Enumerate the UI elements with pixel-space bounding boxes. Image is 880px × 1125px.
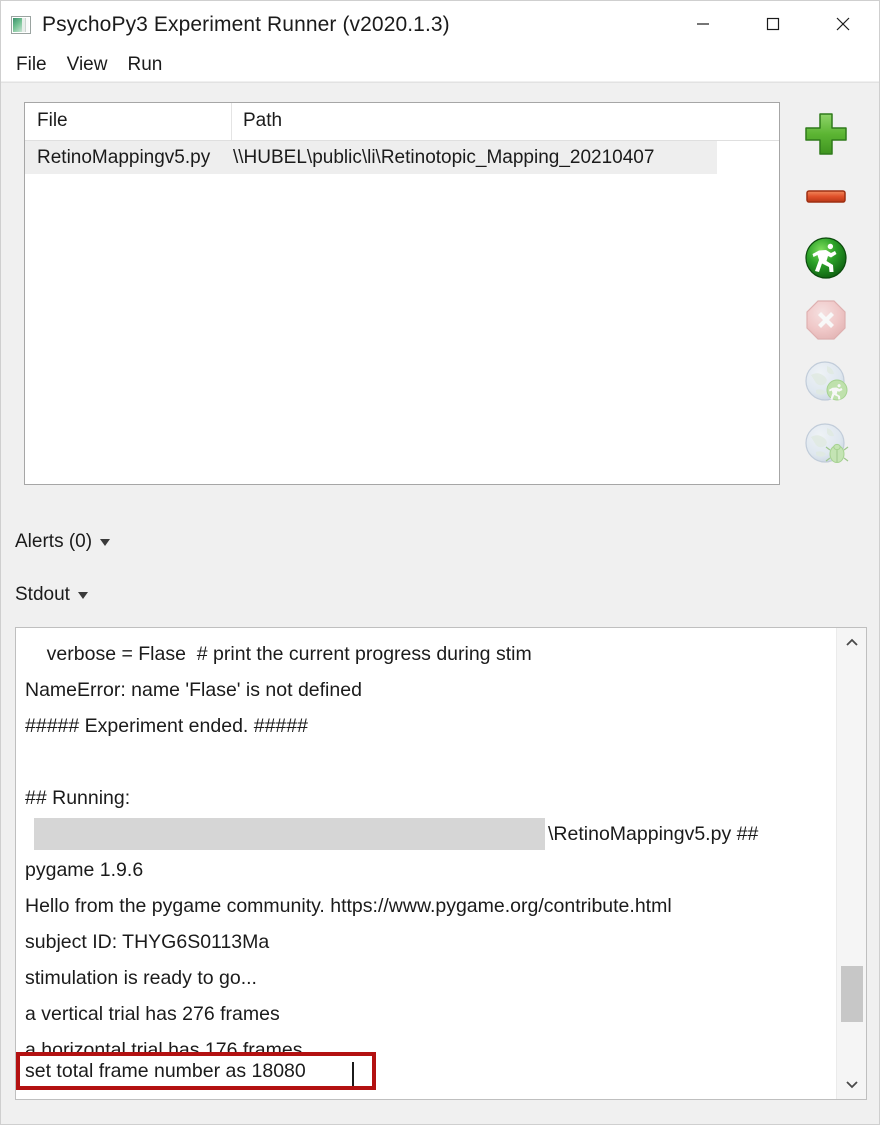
close-icon[interactable] (815, 1, 871, 47)
stop-icon (802, 296, 850, 349)
stdout-console-panel[interactable]: verbose = Flase # print the current prog… (15, 627, 867, 1100)
column-header-path[interactable]: Path (232, 103, 779, 140)
text-cursor (352, 1062, 354, 1086)
alerts-section-toggle[interactable]: Alerts (0) (15, 529, 111, 555)
console-line: verbose = Flase # print the current prog… (25, 643, 532, 665)
experiment-file-list[interactable]: File Path RetinoMappingv5.py \\HUBEL\pub… (24, 102, 780, 485)
globe-run-icon (802, 358, 850, 411)
stdout-label: Stdout (15, 584, 70, 605)
console-line-redacted: \RetinoMappingv5.py ## (25, 816, 836, 852)
console-line: subject ID: THYG6S0113Ma (25, 931, 270, 953)
table-row[interactable]: RetinoMappingv5.py \\HUBEL\public\li\Ret… (25, 141, 717, 174)
minus-icon (802, 172, 850, 225)
maximize-icon[interactable] (745, 1, 801, 47)
console-line: ##### Experiment ended. ##### (25, 715, 308, 737)
chevron-up-icon[interactable] (837, 628, 867, 658)
file-cell-path: \\HUBEL\public\li\Retinotopic_Mapping_20… (233, 146, 655, 168)
minimize-icon[interactable] (675, 1, 731, 47)
run-icon (802, 234, 850, 287)
alerts-label: Alerts (0) (15, 531, 93, 552)
file-list-header: File Path (25, 103, 779, 141)
highlight-annotation-box: set total frame number as 18080 (16, 1052, 376, 1090)
menu-item-run[interactable]: Run (117, 53, 172, 77)
column-header-file-label: File (37, 110, 68, 131)
console-output[interactable]: verbose = Flase # print the current prog… (16, 628, 836, 1099)
console-line: a vertical trial has 276 frames (25, 1003, 280, 1025)
menu-divider (1, 82, 879, 83)
psychopy-app-icon (11, 16, 31, 34)
file-cell-name: RetinoMappingv5.py (37, 146, 211, 168)
redaction-bar (34, 818, 545, 850)
plus-icon (802, 110, 850, 163)
column-header-path-label: Path (243, 110, 283, 131)
console-line: NameError: name 'Flase' is not defined (25, 679, 362, 701)
debug-online-button (796, 415, 856, 477)
console-line-highlighted: set total frame number as 18080 (25, 1060, 306, 1082)
menu-item-view[interactable]: View (57, 53, 118, 77)
chevron-down-icon (100, 538, 111, 546)
scrollbar-thumb[interactable] (841, 966, 863, 1022)
chevron-down-icon (77, 591, 88, 599)
stop-experiment-button (796, 291, 856, 353)
column-header-file[interactable]: File (25, 103, 232, 140)
remove-experiment-button[interactable] (796, 167, 856, 229)
stdout-section-toggle[interactable]: Stdout (15, 582, 88, 608)
run-online-button (796, 353, 856, 415)
console-line: Hello from the pygame community. https:/… (25, 895, 672, 917)
console-line: pygame 1.9.6 (25, 859, 144, 881)
experiment-toolbar (796, 105, 856, 477)
console-line: stimulation is ready to go... (25, 967, 257, 989)
experiment-runner-window: PsychoPy3 Experiment Runner (v2020.1.3) … (0, 0, 880, 1125)
add-experiment-button[interactable] (796, 105, 856, 167)
console-scrollbar[interactable] (836, 628, 866, 1099)
menu-item-file[interactable]: File (6, 53, 57, 77)
chevron-down-icon[interactable] (837, 1069, 867, 1099)
console-line-redacted-tail: \RetinoMappingv5.py ## (548, 823, 759, 845)
window-title: PsychoPy3 Experiment Runner (v2020.1.3) (42, 13, 450, 36)
console-line: ## Running: (25, 787, 131, 809)
menu-bar: File View Run (1, 49, 879, 81)
globe-debug-icon (802, 420, 850, 473)
run-experiment-button[interactable] (796, 229, 856, 291)
